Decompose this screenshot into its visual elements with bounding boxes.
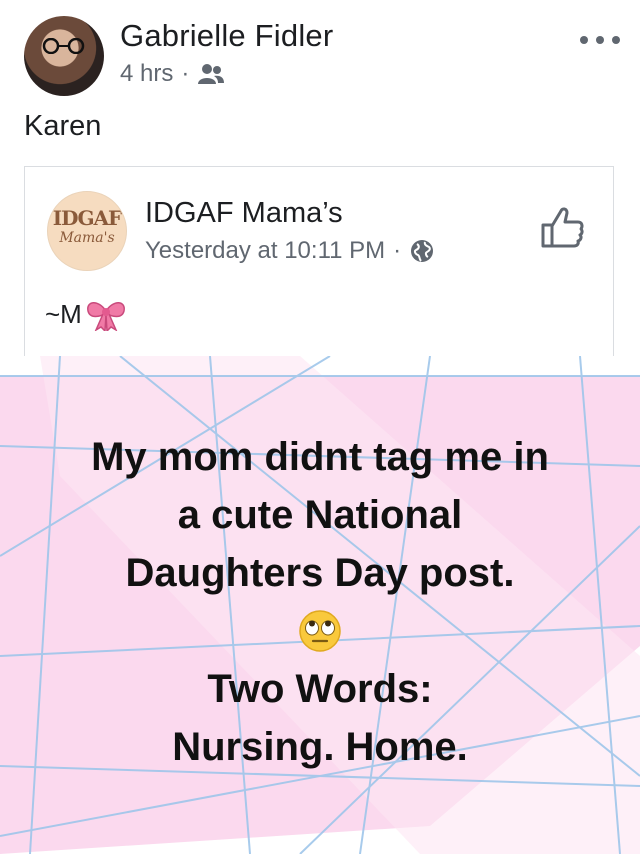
quote-line: My mom didnt tag me in: [91, 435, 549, 479]
emoji-line: [0, 602, 640, 660]
post-text: Karen: [24, 110, 102, 142]
post-meta: 4 hrs ·: [120, 60, 225, 88]
meta-separator: ·: [393, 237, 402, 264]
shared-post-time[interactable]: Yesterday at 10:11 PM: [145, 237, 385, 265]
quote-text: My mom didnt tag me in a cute National D…: [0, 428, 640, 776]
post-header: Gabrielle Fidler 4 hrs ·: [0, 0, 640, 104]
more-options-icon[interactable]: [580, 30, 620, 50]
eye-roll-emoji-icon: [299, 610, 341, 652]
page-logo-subtext: Mama's: [59, 230, 115, 246]
meta-separator: ·: [181, 60, 190, 87]
quote-line: Daughters Day post.: [125, 551, 515, 595]
shared-post-text: ~M: [45, 297, 128, 331]
page-avatar[interactable]: IDGAF Mama's: [47, 191, 127, 271]
globe-icon[interactable]: [409, 238, 435, 264]
page-name[interactable]: IDGAF Mama’s: [145, 197, 343, 230]
author-name[interactable]: Gabrielle Fidler: [120, 18, 333, 54]
friends-icon[interactable]: [197, 63, 225, 85]
quote-line: Nursing. Home.: [172, 725, 468, 769]
page-logo-text: IDGAF: [52, 206, 123, 230]
quote-line: a cute National: [177, 493, 463, 537]
like-icon[interactable]: [539, 205, 585, 249]
shared-post-meta: Yesterday at 10:11 PM ·: [145, 237, 435, 265]
post-time[interactable]: 4 hrs: [120, 60, 173, 88]
author-avatar[interactable]: [24, 16, 104, 96]
quote-line: Two Words:: [207, 667, 433, 711]
shared-post-text-value: ~M: [45, 298, 82, 329]
glasses-icon: [42, 38, 85, 54]
shared-post-card[interactable]: IDGAF Mama's IDGAF Mama’s Yesterday at 1…: [24, 166, 614, 356]
quote-image[interactable]: My mom didnt tag me in a cute National D…: [0, 356, 640, 854]
ribbon-icon: [86, 302, 125, 331]
